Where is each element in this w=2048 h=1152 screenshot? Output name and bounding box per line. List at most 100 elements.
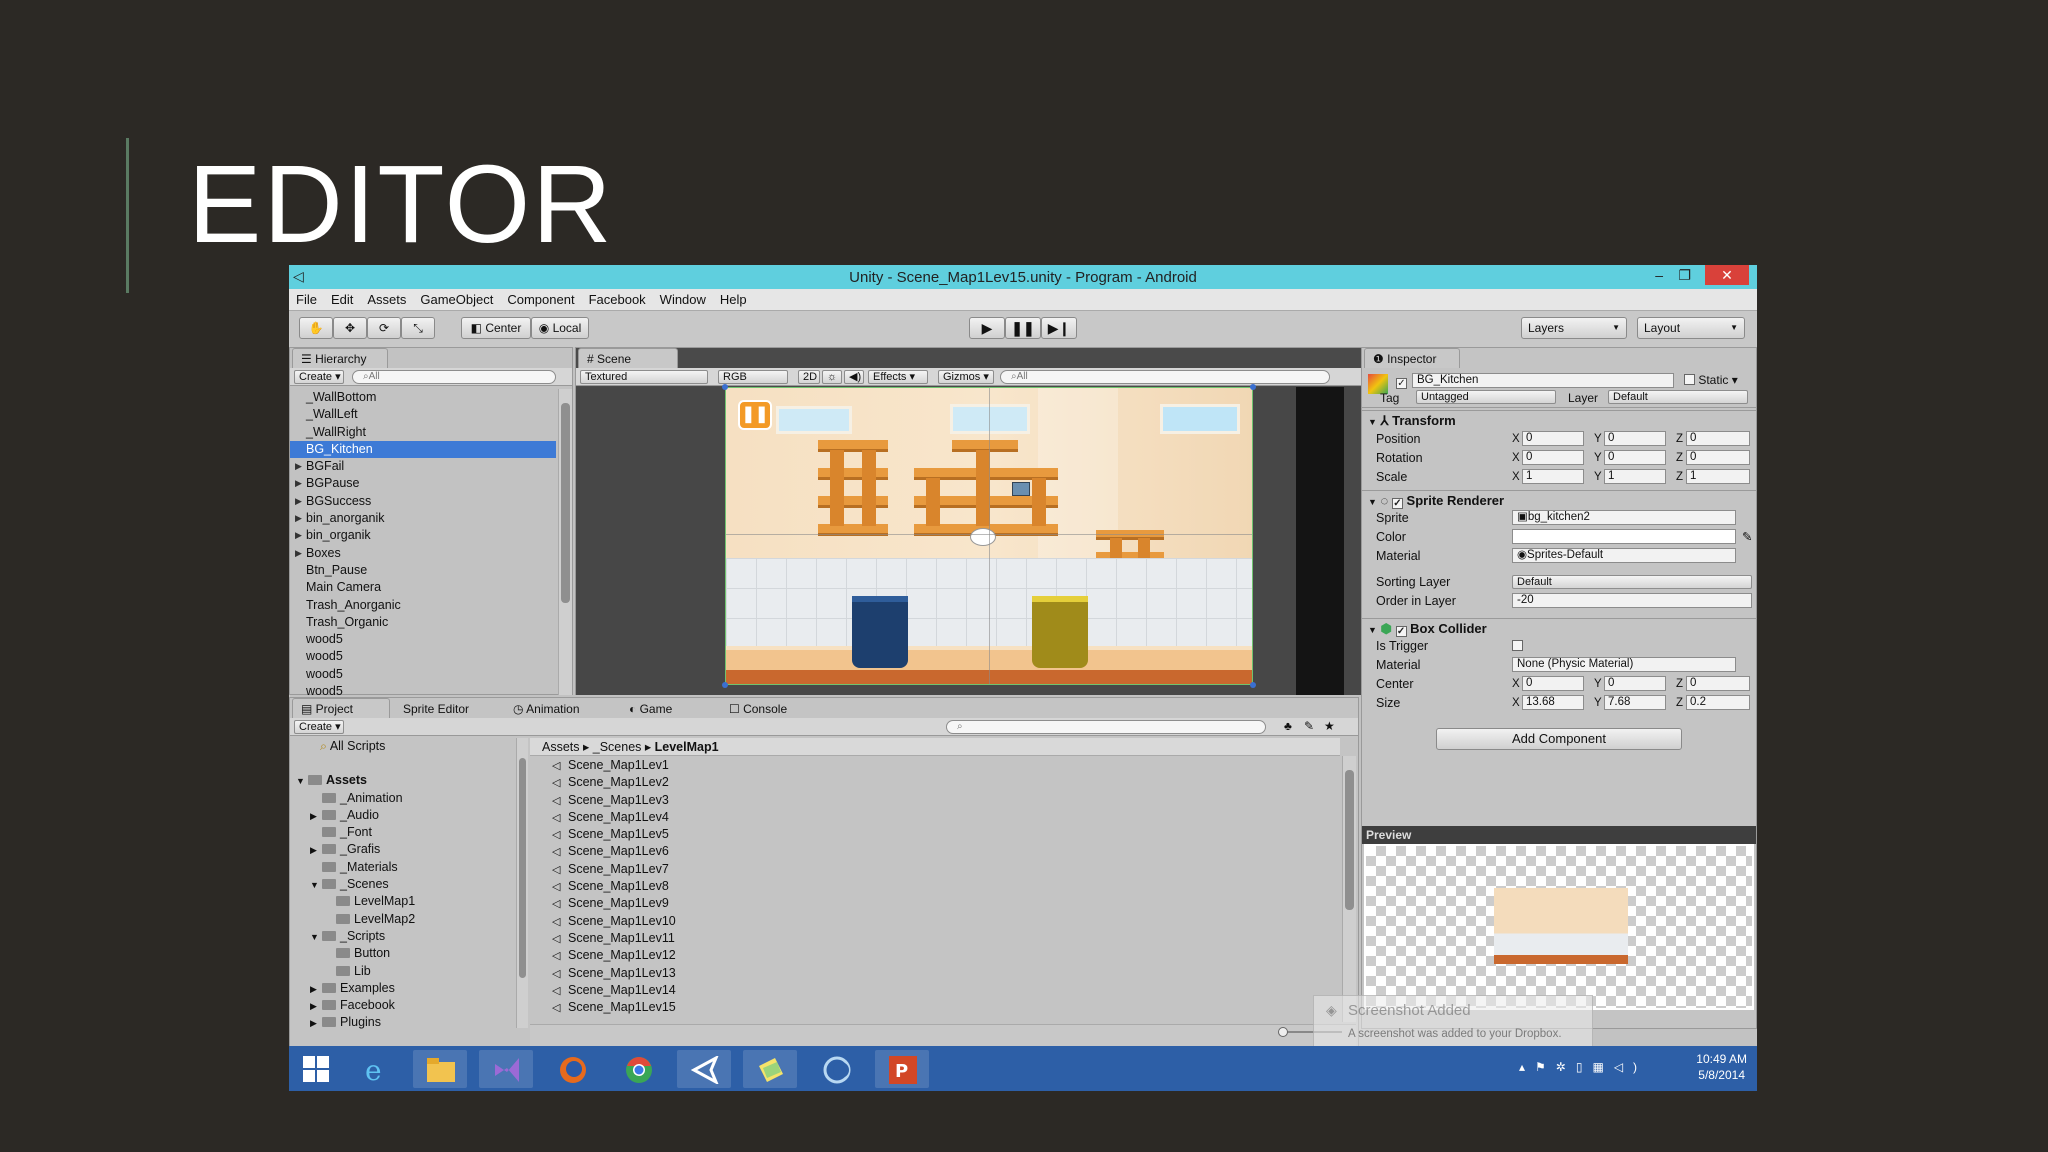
hand-tool-button[interactable]: ✋ xyxy=(299,317,333,339)
tab-inspector[interactable]: ❶ Inspector xyxy=(1364,348,1460,368)
hierarchy-item[interactable]: Btn_Pause xyxy=(290,562,556,579)
project-create-button[interactable]: Create ▾ xyxy=(294,720,344,734)
expand-arrow-icon[interactable]: ▶ xyxy=(295,545,302,562)
bounds-handle[interactable] xyxy=(1250,682,1256,688)
add-component-button[interactable]: Add Component xyxy=(1436,728,1682,750)
material-field[interactable]: ◉Sprites-Default xyxy=(1512,548,1736,563)
hierarchy-item[interactable]: ▶ Boxes xyxy=(290,545,556,562)
move-tool-button[interactable]: ✥ xyxy=(333,317,367,339)
project-folder[interactable]: Button xyxy=(290,945,516,962)
taskbar-chrome[interactable] xyxy=(611,1050,665,1088)
bounds-handle[interactable] xyxy=(722,384,728,390)
hierarchy-item[interactable]: Trash_Anorganic xyxy=(290,597,556,614)
tab-game[interactable]: ◐ Game xyxy=(620,698,710,718)
tag-dropdown[interactable]: Untagged xyxy=(1416,390,1556,404)
expand-arrow-icon[interactable]: ▶ xyxy=(295,527,302,544)
scene-file-item[interactable]: ◁ Scene_Map1Lev2 xyxy=(538,774,1328,791)
transform-z-field[interactable]: 0 xyxy=(1686,431,1750,446)
volume-icon[interactable]: ◁) xyxy=(1614,1060,1647,1074)
taskbar-unity[interactable] xyxy=(677,1050,731,1088)
transform-z-field[interactable]: 0 xyxy=(1686,450,1750,465)
scene-file-item[interactable]: ◁ Scene_Map1Lev8 xyxy=(538,878,1328,895)
hierarchy-item[interactable]: ▶ bin_anorganik xyxy=(290,510,556,527)
expand-arrow-icon[interactable]: ▼ xyxy=(310,877,322,894)
taskbar-explorer[interactable] xyxy=(413,1050,467,1088)
expand-arrow-icon[interactable]: ▶ xyxy=(295,510,302,527)
active-checkbox[interactable]: ✓ xyxy=(1396,373,1407,389)
hierarchy-item[interactable]: Trash_Organic xyxy=(290,614,556,631)
tray-arrow-icon[interactable]: ▴ xyxy=(1519,1060,1535,1074)
transform-y-field[interactable]: 0 xyxy=(1604,431,1666,446)
tab-hierarchy[interactable]: ☰ Hierarchy xyxy=(292,348,388,368)
size-z-field[interactable]: 0.2 xyxy=(1686,695,1750,710)
gizmos-dropdown[interactable]: Gizmos ▾ xyxy=(938,370,994,384)
hierarchy-item[interactable]: ▶ BGFail xyxy=(290,458,556,475)
lighting-toggle[interactable]: ☼ xyxy=(822,370,842,384)
taskbar-ie[interactable]: e xyxy=(349,1050,403,1088)
hierarchy-item[interactable]: ▶ bin_organik xyxy=(290,527,556,544)
taskbar-firefox[interactable] xyxy=(545,1050,599,1088)
expand-arrow-icon[interactable]: ▶ xyxy=(310,981,322,998)
system-tray[interactable]: ▴⚑✲▯▦◁) xyxy=(1519,1060,1647,1074)
filter-type-icon[interactable]: ♣ xyxy=(1284,719,1292,733)
project-folder[interactable]: ▶ _Grafis xyxy=(290,841,516,858)
step-button[interactable]: ▶❙ xyxy=(1041,317,1077,339)
breadcrumb-scenes[interactable]: _Scenes xyxy=(593,740,642,754)
scene-file-item[interactable]: ◁ Scene_Map1Lev7 xyxy=(538,861,1328,878)
hierarchy-item[interactable]: _WallBottom xyxy=(290,389,556,406)
layer-dropdown[interactable]: Default xyxy=(1608,390,1748,404)
sorting-layer-dropdown[interactable]: Default xyxy=(1512,575,1752,589)
project-folder[interactable]: ▶ Facebook xyxy=(290,997,516,1014)
taskbar-sticky-notes[interactable] xyxy=(743,1050,797,1088)
toggle-2d-button[interactable]: 2D xyxy=(798,370,820,384)
favorites-all-scripts[interactable]: ⌕ All Scripts xyxy=(290,738,516,755)
scene-file-item[interactable]: ◁ Scene_Map1Lev14 xyxy=(538,982,1328,999)
is-trigger-checkbox[interactable] xyxy=(1512,640,1523,651)
taskbar-visual-studio[interactable] xyxy=(479,1050,533,1088)
scene-file-item[interactable]: ◁ Scene_Map1Lev5 xyxy=(538,826,1328,843)
hierarchy-item[interactable]: BG_Kitchen xyxy=(290,440,556,459)
size-y-field[interactable]: 7.68 xyxy=(1604,695,1666,710)
tab-sprite-editor[interactable]: Sprite Editor xyxy=(394,698,500,718)
scene-search-input[interactable]: ⌕All xyxy=(1000,370,1330,384)
expand-arrow-icon[interactable]: ▶ xyxy=(310,998,322,1015)
scene-file-item[interactable]: ◁ Scene_Map1Lev1 xyxy=(538,757,1328,774)
expand-arrow-icon[interactable]: ▶ xyxy=(310,808,322,825)
project-folder[interactable]: ▶ Examples xyxy=(290,980,516,997)
bounds-handle[interactable] xyxy=(722,682,728,688)
pivot-local-button[interactable]: ◉ Local xyxy=(531,317,589,339)
zoom-slider-handle[interactable] xyxy=(1278,1027,1288,1037)
project-folder[interactable]: ▼ _Scenes xyxy=(290,876,516,893)
layout-dropdown[interactable]: Layout ▼ xyxy=(1637,317,1745,339)
scene-file-item[interactable]: ◁ Scene_Map1Lev12 xyxy=(538,947,1328,964)
project-folder[interactable]: ▼ _Scripts xyxy=(290,928,516,945)
network-icon[interactable]: ▦ xyxy=(1592,1060,1613,1074)
tab-project[interactable]: ▤ Project xyxy=(292,698,390,718)
eyedropper-icon[interactable]: ✎ xyxy=(1742,528,1752,546)
order-field[interactable]: -20 xyxy=(1512,593,1752,608)
project-folder[interactable]: ▼ Assets xyxy=(290,772,516,789)
menu-file[interactable]: File xyxy=(289,289,324,307)
project-folder[interactable]: LevelMap2 xyxy=(290,911,516,928)
close-button[interactable]: ✕ xyxy=(1705,265,1749,285)
menu-help[interactable]: Help xyxy=(713,289,754,307)
project-folder[interactable]: _Animation xyxy=(290,790,516,807)
rotate-tool-button[interactable]: ⟳ xyxy=(367,317,401,339)
pivot-center-button[interactable]: ◧ Center xyxy=(461,317,531,339)
sprite-field[interactable]: ▣bg_kitchen2 xyxy=(1512,510,1736,525)
breadcrumb-levelmap1[interactable]: LevelMap1 xyxy=(655,740,719,754)
box-collider-header[interactable]: ▼ ⬢ ✓ Box Collider xyxy=(1362,618,1756,638)
transform-x-field[interactable]: 0 xyxy=(1522,431,1584,446)
scroll-thumb[interactable] xyxy=(561,403,570,603)
static-checkbox[interactable]: Static ▾ xyxy=(1684,373,1738,387)
scene-file-item[interactable]: ◁ Scene_Map1Lev6 xyxy=(538,843,1328,860)
taskbar-powerpoint[interactable]: P xyxy=(875,1050,929,1088)
transform-x-field[interactable]: 0 xyxy=(1522,450,1584,465)
project-folder[interactable]: Lib xyxy=(290,963,516,980)
pause-button[interactable]: ❚❚ xyxy=(1005,317,1041,339)
center-x-field[interactable]: 0 xyxy=(1522,676,1584,691)
scene-file-item[interactable]: ◁ Scene_Map1Lev10 xyxy=(538,913,1328,930)
color-mode-dropdown[interactable]: RGB xyxy=(718,370,788,384)
scroll-thumb[interactable] xyxy=(519,758,526,978)
sprite-renderer-header[interactable]: ▼ ◌ ✓ Sprite Renderer xyxy=(1362,490,1756,510)
